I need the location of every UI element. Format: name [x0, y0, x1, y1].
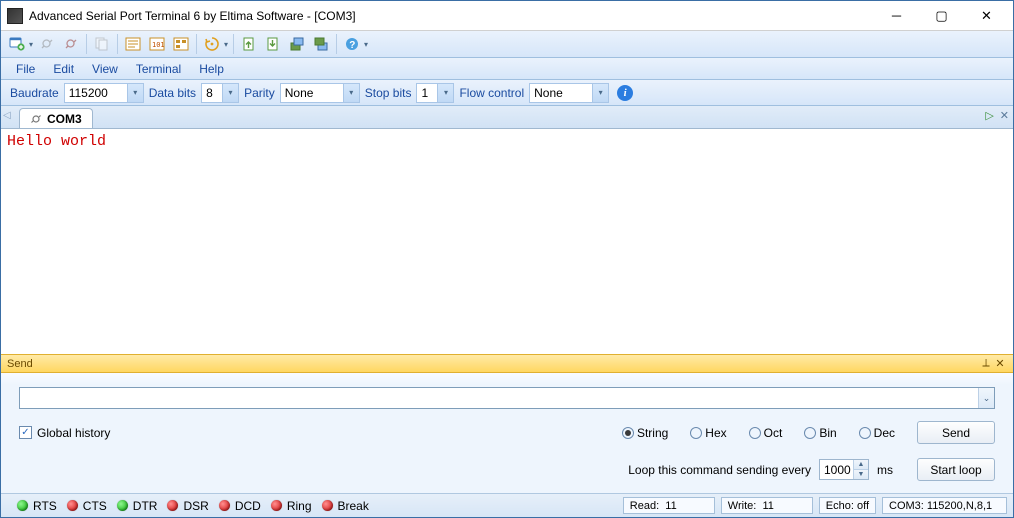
tab-nav-left[interactable]: ◁	[3, 110, 11, 121]
minimize-button[interactable]: ─	[874, 2, 919, 30]
signal-rts[interactable]: RTS	[7, 499, 57, 513]
tab-label: COM3	[47, 112, 82, 126]
menu-terminal[interactable]: Terminal	[127, 59, 190, 79]
export-button[interactable]	[286, 33, 308, 55]
mode-oct[interactable]: Oct	[749, 426, 783, 440]
mode-string[interactable]: String	[622, 426, 668, 440]
flowcontrol-label: Flow control	[454, 86, 529, 100]
led-icon	[17, 500, 28, 511]
clear-button[interactable]	[201, 33, 223, 55]
send-file-button[interactable]	[238, 33, 260, 55]
send-close-icon[interactable]: ✕	[993, 357, 1007, 370]
loop-unit: ms	[877, 463, 893, 477]
send-header-label: Send	[7, 358, 33, 370]
send-button[interactable]: Send	[917, 421, 995, 444]
signal-dtr[interactable]: DTR	[107, 499, 158, 513]
disconnect-button[interactable]	[60, 33, 82, 55]
view-ascii-button[interactable]	[122, 33, 144, 55]
signal-dcd[interactable]: DCD	[209, 499, 261, 513]
menu-file[interactable]: File	[7, 59, 44, 79]
signal-break[interactable]: Break	[312, 499, 369, 513]
toolbar: ▾ 1010 ▾ ? ▾	[1, 31, 1013, 58]
maximize-button[interactable]: ▢	[919, 2, 964, 30]
menu-edit[interactable]: Edit	[44, 59, 83, 79]
baudrate-label: Baudrate	[5, 86, 64, 100]
receive-file-button[interactable]	[262, 33, 284, 55]
databits-label: Data bits	[144, 86, 201, 100]
info-icon[interactable]: i	[617, 85, 633, 101]
tab-nav-right[interactable]: ▷	[985, 109, 993, 122]
signal-cts[interactable]: CTS	[57, 499, 107, 513]
menu-help[interactable]: Help	[190, 59, 233, 79]
baudrate-select[interactable]: 115200▾	[64, 83, 144, 103]
window-title: Advanced Serial Port Terminal 6 by Eltim…	[29, 9, 874, 23]
menu-view[interactable]: View	[83, 59, 127, 79]
led-icon	[271, 500, 282, 511]
spin-down[interactable]: ▼	[853, 470, 868, 479]
tab-close[interactable]: ✕	[1000, 109, 1009, 122]
led-icon	[117, 500, 128, 511]
svg-text:?: ?	[349, 40, 355, 51]
config-bar: Baudrate 115200▾ Data bits 8▾ Parity Non…	[1, 80, 1013, 106]
send-panel-header: Send ⟂ ✕	[1, 354, 1013, 373]
status-echo: Echo: off	[819, 497, 876, 514]
databits-select[interactable]: 8▾	[201, 83, 239, 103]
mode-dec[interactable]: Dec	[859, 426, 895, 440]
statusbar: RTSCTSDTRDSRDCDRingBreak Read: 11 Write:…	[1, 493, 1013, 517]
loop-interval-input[interactable]: 1000 ▲▼	[819, 459, 869, 480]
help-dropdown[interactable]: ▾	[362, 33, 370, 55]
send-input[interactable]: ⌄	[19, 387, 995, 409]
close-button[interactable]: ✕	[964, 2, 1009, 30]
global-history-checkbox[interactable]: ✓	[19, 426, 32, 439]
led-icon	[219, 500, 230, 511]
copy-button[interactable]	[91, 33, 113, 55]
led-icon	[167, 500, 178, 511]
signal-ring[interactable]: Ring	[261, 499, 312, 513]
parity-select[interactable]: None▾	[280, 83, 360, 103]
signal-dsr[interactable]: DSR	[157, 499, 208, 513]
view-dump-button[interactable]	[170, 33, 192, 55]
titlebar: Advanced Serial Port Terminal 6 by Eltim…	[1, 1, 1013, 31]
svg-text:1010: 1010	[152, 41, 165, 49]
connect-button[interactable]	[36, 33, 58, 55]
loop-label: Loop this command sending every	[628, 463, 811, 477]
led-icon	[322, 500, 333, 511]
status-write: Write: 11	[721, 497, 813, 514]
view-hex-button[interactable]: 1010	[146, 33, 168, 55]
terminal-output[interactable]: Hello world	[1, 129, 1013, 354]
stopbits-label: Stop bits	[360, 86, 417, 100]
mode-hex[interactable]: Hex	[690, 426, 726, 440]
start-loop-button[interactable]: Start loop	[917, 458, 995, 481]
pin-icon[interactable]: ⟂	[979, 357, 993, 370]
menubar: File Edit View Terminal Help	[1, 58, 1013, 80]
help-button[interactable]: ?	[341, 33, 363, 55]
flowcontrol-select[interactable]: None▾	[529, 83, 609, 103]
tab-com3[interactable]: COM3	[19, 108, 93, 128]
app-icon	[7, 8, 23, 24]
mode-bin[interactable]: Bin	[804, 426, 836, 440]
led-icon	[67, 500, 78, 511]
tabstrip: ◁ COM3 ▷ ✕	[1, 106, 1013, 129]
parity-label: Parity	[239, 86, 280, 100]
status-read: Read: 11	[623, 497, 715, 514]
stopbits-select[interactable]: 1▾	[416, 83, 454, 103]
send-input-dropdown[interactable]: ⌄	[978, 388, 994, 408]
clear-dropdown[interactable]: ▾	[222, 33, 230, 55]
import-button[interactable]	[310, 33, 332, 55]
new-session-dropdown[interactable]: ▾	[27, 33, 35, 55]
spin-up[interactable]: ▲	[853, 460, 868, 470]
status-port: COM3: 115200,N,8,1	[882, 497, 1007, 514]
send-panel: ⌄ ✓ Global history String Hex Oct Bin De…	[1, 373, 1013, 493]
global-history-label: Global history	[37, 426, 110, 440]
new-session-button[interactable]	[6, 33, 28, 55]
